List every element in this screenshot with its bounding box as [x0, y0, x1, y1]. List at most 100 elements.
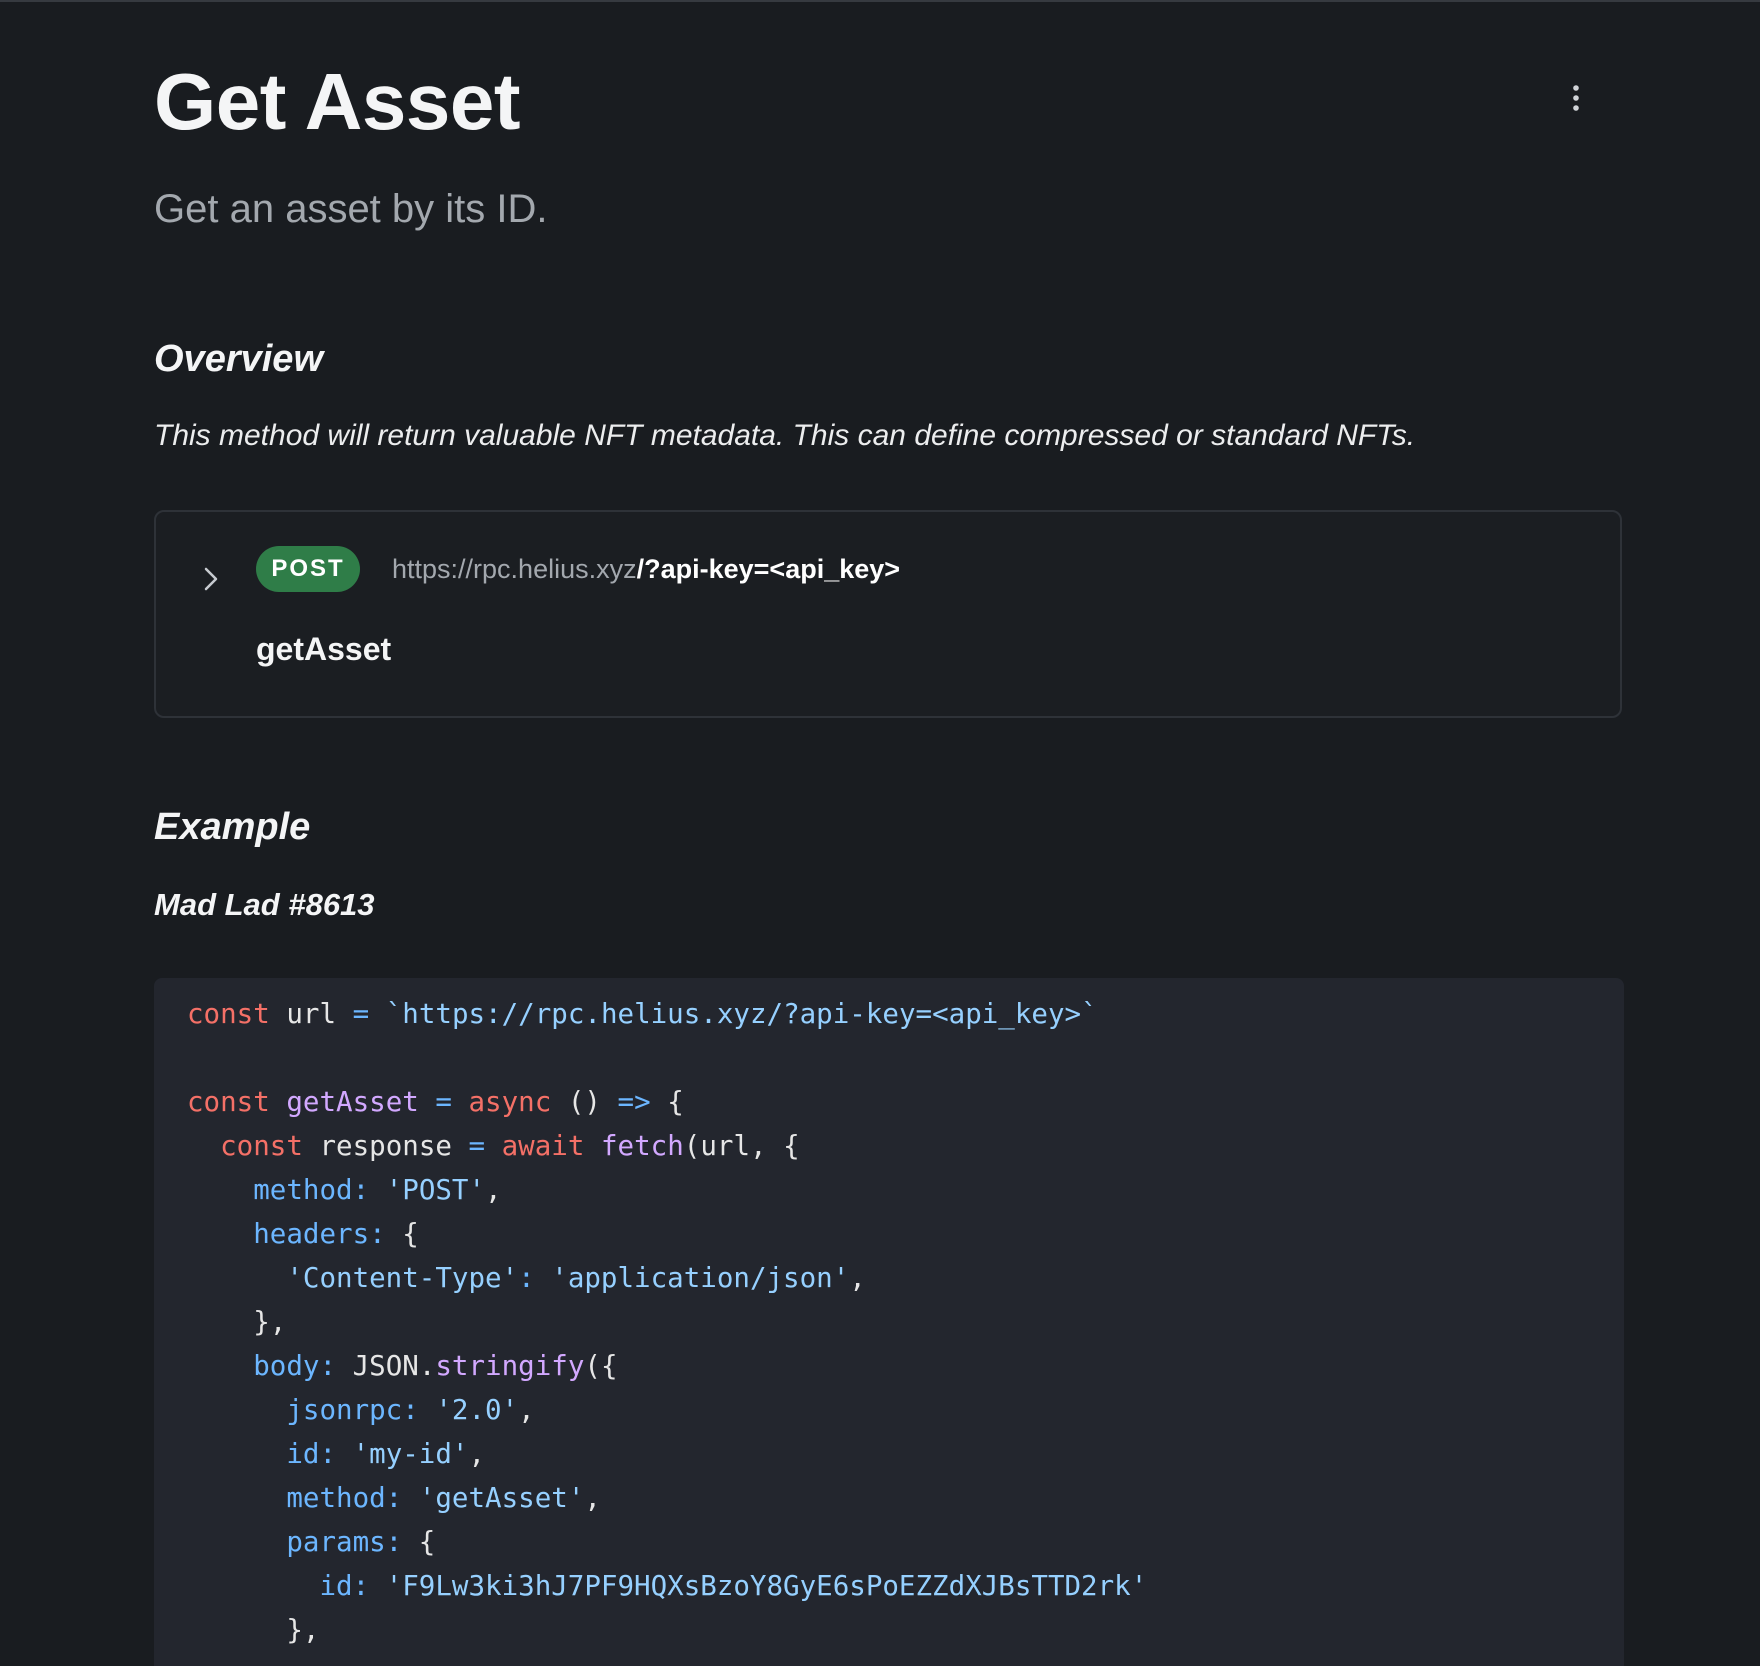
code-token: {: [402, 1526, 436, 1558]
more-vertical-icon: [1573, 85, 1579, 111]
top-divider: [0, 0, 1760, 2]
code-token: url: [269, 998, 353, 1030]
code-token: jsonrpc:: [286, 1394, 419, 1426]
code-token: async: [468, 1086, 552, 1118]
endpoint-url-base: https://rpc.helius.xyz: [392, 554, 637, 584]
code-token: ({: [584, 1350, 618, 1382]
code-line: jsonrpc: '2.0',: [187, 1388, 1624, 1432]
code-token: =: [435, 1086, 452, 1118]
code-token: 'my-id': [352, 1438, 469, 1470]
code-token: },: [187, 1614, 320, 1646]
code-token: const: [187, 998, 270, 1030]
code-token: ,: [468, 1438, 486, 1470]
code-token: 'getAsset': [418, 1482, 585, 1514]
overview-heading: Overview: [154, 338, 323, 380]
code-token: {: [385, 1218, 419, 1250]
code-line: method: 'POST',: [187, 1168, 1624, 1212]
code-line: },: [187, 1300, 1624, 1344]
code-token: id:: [319, 1570, 370, 1602]
endpoint-url: https://rpc.helius.xyz/?api-key=<api_key…: [392, 550, 900, 588]
code-token: body:: [253, 1350, 337, 1382]
code-token: const: [187, 1086, 270, 1118]
code-token: method:: [286, 1482, 403, 1514]
code-token: 'F9Lw3ki3hJ7PF9HQXsBzoY8GyE6sPoEZZdXJBsT…: [385, 1570, 1148, 1602]
code-token: :: [518, 1262, 535, 1294]
code-line: params: {: [187, 1520, 1624, 1564]
code-token: ,: [518, 1394, 535, 1426]
code-token: ,: [584, 1482, 601, 1514]
code-token: const: [220, 1130, 303, 1162]
code-token: JSON.: [336, 1350, 436, 1382]
code-token: =: [468, 1130, 486, 1162]
more-options-button[interactable]: [1564, 76, 1588, 120]
code-content: const url = `https://rpc.helius.xyz/?api…: [154, 978, 1624, 1652]
code-token: =: [352, 998, 370, 1030]
overview-description: This method will return valuable NFT met…: [154, 419, 1416, 452]
code-token: params:: [286, 1526, 403, 1558]
page-subtitle: Get an asset by its ID.: [154, 187, 548, 231]
code-token: await: [501, 1130, 585, 1162]
expand-toggle[interactable]: [196, 554, 226, 604]
code-token: stringify: [435, 1350, 585, 1382]
code-token: {: [650, 1086, 684, 1118]
code-token: =>: [617, 1086, 651, 1118]
page-title: Get Asset: [154, 57, 521, 146]
code-line: },: [187, 1608, 1624, 1652]
code-token: },: [187, 1306, 287, 1338]
example-subheading: Mad Lad #8613: [154, 887, 375, 922]
code-token: fetch: [600, 1130, 684, 1162]
chevron-right-icon: [204, 567, 218, 591]
code-token: ,: [849, 1262, 866, 1294]
code-token: (url, {: [683, 1130, 800, 1162]
code-token: method:: [253, 1174, 370, 1206]
endpoint-name: getAsset: [256, 631, 392, 667]
code-token: id:: [286, 1438, 337, 1470]
code-line: const response = await fetch(url, {: [187, 1124, 1624, 1168]
code-token: 'Content-Type': [286, 1262, 519, 1294]
code-block[interactable]: const url = `https://rpc.helius.xyz/?api…: [154, 978, 1624, 1666]
code-token: '2.0': [435, 1394, 519, 1426]
code-token: headers:: [253, 1218, 386, 1250]
code-line: const getAsset = async () => {: [187, 1080, 1624, 1124]
code-token: response: [302, 1130, 469, 1162]
endpoint-card[interactable]: POST https://rpc.helius.xyz/?api-key=<ap…: [154, 510, 1622, 718]
endpoint-url-path: /?api-key=<api_key>: [636, 554, 901, 584]
code-line: 'Content-Type': 'application/json',: [187, 1256, 1624, 1300]
code-token: 'POST': [385, 1174, 486, 1206]
code-line: id: 'my-id',: [187, 1432, 1624, 1476]
code-line: method: 'getAsset',: [187, 1476, 1624, 1520]
example-heading: Example: [154, 806, 311, 848]
code-token: `https://rpc.helius.xyz/?api-key=<api_ke…: [385, 998, 1098, 1030]
code-token: (): [551, 1086, 618, 1118]
code-line: const url = `https://rpc.helius.xyz/?api…: [187, 992, 1624, 1036]
code-line: id: 'F9Lw3ki3hJ7PF9HQXsBzoY8GyE6sPoEZZdX…: [187, 1564, 1624, 1608]
http-method-badge: POST: [256, 546, 360, 592]
code-token: ,: [485, 1174, 502, 1206]
code-line: body: JSON.stringify({: [187, 1344, 1624, 1388]
code-token: getAsset: [286, 1086, 419, 1118]
code-token: 'application/json': [551, 1262, 850, 1294]
code-line: headers: {: [187, 1212, 1624, 1256]
